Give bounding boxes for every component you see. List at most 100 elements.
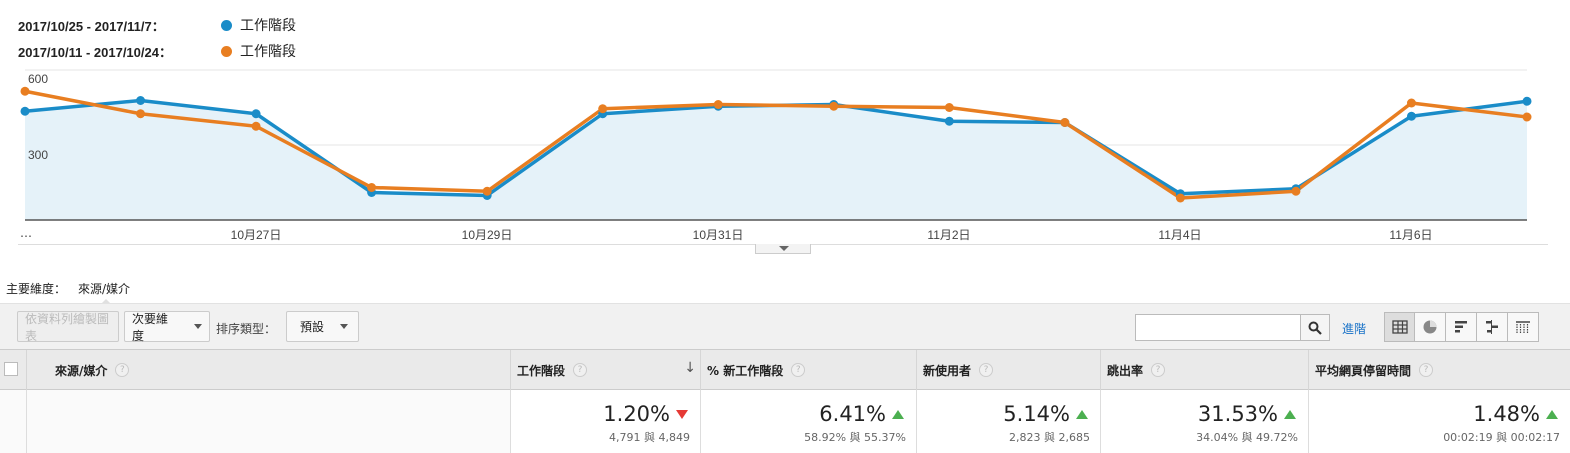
change-percent: 5.14% (1003, 402, 1070, 426)
series-0-point-1 (136, 96, 146, 105)
column-header-avg-time-on-page[interactable]: 平均網頁停留時間 ? (1308, 350, 1570, 390)
legend-label-current: 工作階段 (240, 18, 296, 34)
sort-descending-icon: ↓ (684, 360, 696, 376)
help-icon[interactable]: ? (573, 363, 588, 377)
sessions-line-chart: 600 300 … 10月27日 10月29日 10月31日 11月2日 11月… (0, 60, 1570, 260)
legend-range-current: 2017/10/25 - 2017/11/7： (18, 18, 165, 34)
series-1-point-11 (1291, 186, 1301, 196)
series-0-point-2 (251, 109, 261, 119)
column-header-new-sessions-pct[interactable]: % 新工作階段 ? (700, 350, 916, 390)
series-0-point-12 (1406, 111, 1416, 121)
chart-legend: 2017/10/25 - 2017/11/7： 工作階段 2017/10/11 … (18, 12, 296, 64)
column-header-bounce-rate[interactable]: 跳出率 ? (1100, 350, 1308, 390)
y-tick-300: 300 (28, 148, 49, 162)
column-header-label: 平均網頁停留時間 (1315, 363, 1412, 378)
table-search-input[interactable] (1135, 314, 1301, 341)
column-header-label: 跳出率 (1107, 363, 1144, 378)
summary-bounce-rate-cell: 31.53% 34.04% 與 49.72% (1100, 390, 1308, 453)
grid-icon (1391, 320, 1408, 334)
chevron-down-icon (194, 324, 202, 329)
column-header-sessions[interactable]: 工作階段 ? ↓ (510, 350, 700, 390)
change-percent: 1.48% (1473, 402, 1540, 426)
x-tick-oct27: 10月27日 (230, 228, 282, 242)
x-tick-nov6: 11月6日 (1389, 228, 1433, 242)
view-comparison-button[interactable] (1477, 312, 1508, 342)
x-tick-nov2: 11月2日 (927, 228, 971, 242)
secondary-dimension-dropdown[interactable]: 次要維度 (124, 311, 210, 343)
trend-up-icon (892, 409, 904, 419)
series-0-point-8 (944, 116, 954, 126)
column-header-label: 來源/媒介 (55, 363, 108, 378)
search-icon (1308, 321, 1322, 335)
summary-sessions-cell: 1.20% 4,791 與 4,849 (510, 390, 700, 453)
primary-dimension-source-medium[interactable]: 來源/媒介 (78, 280, 130, 305)
help-icon[interactable]: ? (979, 363, 994, 377)
advanced-filter-link[interactable]: 進階 (1342, 320, 1366, 337)
y-tick-600: 600 (28, 72, 49, 86)
series-1-point-9 (1060, 118, 1070, 127)
summary-comparison: 4,791 與 4,849 (609, 431, 690, 444)
plot-rows-button[interactable]: 依資料列繪製圖表 (17, 311, 119, 343)
series-1-point-1 (136, 109, 146, 119)
series-1-point-2 (251, 121, 261, 131)
legend-label-previous: 工作階段 (240, 44, 296, 60)
column-header-new-users[interactable]: 新使用者 ? (916, 350, 1100, 390)
help-icon[interactable]: ? (791, 363, 806, 377)
trend-up-icon (1076, 409, 1088, 419)
legend-dot-current (221, 19, 232, 31)
table-toolbar: 依資料列繪製圖表 次要維度 排序類型： 預設 進階 (0, 303, 1570, 349)
legend-row-current: 2017/10/25 - 2017/11/7： 工作階段 (18, 12, 296, 38)
comparison-icon (1486, 320, 1498, 334)
legend-dot-previous (221, 45, 232, 57)
x-tick-start: … (20, 226, 32, 240)
series-1-point-6 (713, 100, 723, 109)
select-all-checkbox[interactable] (4, 362, 18, 376)
help-icon[interactable]: ? (1419, 363, 1434, 377)
summary-dimension-cell (26, 390, 510, 453)
summary-new-sessions-cell: 6.41% 58.92% 與 55.37% (700, 390, 916, 453)
chevron-down-icon (340, 324, 349, 329)
change-percent: 6.41% (819, 402, 886, 426)
series-1-point-12 (1406, 98, 1416, 108)
change-percent: 1.20% (603, 402, 670, 426)
column-header-source-medium[interactable]: 來源/媒介 ? (26, 350, 510, 390)
search-button[interactable] (1300, 314, 1330, 341)
table-summary-row: 1.20% 4,791 與 4,849 6.41% 58.92% 與 55.37… (0, 390, 1570, 453)
bar-chart-icon (1455, 321, 1467, 333)
summary-comparison: 58.92% 與 55.37% (804, 431, 906, 444)
table-header-row: 來源/媒介 ? 工作階段 ? ↓ % 新工作階段 ? 新使用者 ? 跳出率 ? … (0, 349, 1570, 390)
view-table-button[interactable] (1384, 312, 1415, 342)
sort-type-dropdown[interactable]: 預設 (286, 311, 359, 342)
primary-dimension-row: 主要維度： 來源/媒介 (6, 280, 130, 305)
x-tick-oct29: 10月29日 (461, 228, 513, 242)
sort-type-label: 排序類型： (216, 322, 277, 336)
help-icon[interactable]: ? (115, 363, 130, 377)
summary-change-value: 6.41% (819, 402, 904, 426)
summary-change-value: 1.20% (603, 402, 688, 426)
column-header-label: 新使用者 (923, 363, 972, 378)
series-0-point-0 (20, 106, 30, 116)
series-1-point-4 (482, 186, 492, 196)
series-1-point-8 (944, 103, 954, 112)
summary-comparison: 34.04% 與 49.72% (1196, 431, 1298, 444)
view-pivot-button[interactable] (1508, 312, 1539, 342)
legend-range-previous: 2017/10/11 - 2017/10/24： (18, 44, 172, 60)
x-tick-oct31: 10月31日 (692, 228, 744, 242)
sort-type-value: 預設 (300, 320, 325, 334)
series-1-point-7 (829, 101, 839, 111)
view-bar-button[interactable] (1446, 312, 1477, 342)
chart-collapse-toggle[interactable] (755, 244, 811, 254)
summary-comparison: 00:02:19 與 00:02:17 (1443, 431, 1560, 444)
help-icon[interactable]: ? (1151, 363, 1166, 377)
plot-rows-label: 依資料列繪製圖表 (25, 311, 110, 343)
pivot-icon (1516, 321, 1530, 333)
primary-dimension-label: 主要維度： (6, 282, 67, 296)
series-0-point-13 (1522, 96, 1532, 106)
view-pie-button[interactable] (1415, 312, 1446, 342)
summary-change-value: 31.53% (1198, 402, 1296, 426)
select-all-cell (0, 350, 26, 390)
series-1-point-3 (367, 183, 377, 192)
trend-up-icon (1546, 409, 1558, 419)
change-percent: 31.53% (1197, 402, 1278, 426)
pie-chart-icon (1423, 320, 1437, 334)
